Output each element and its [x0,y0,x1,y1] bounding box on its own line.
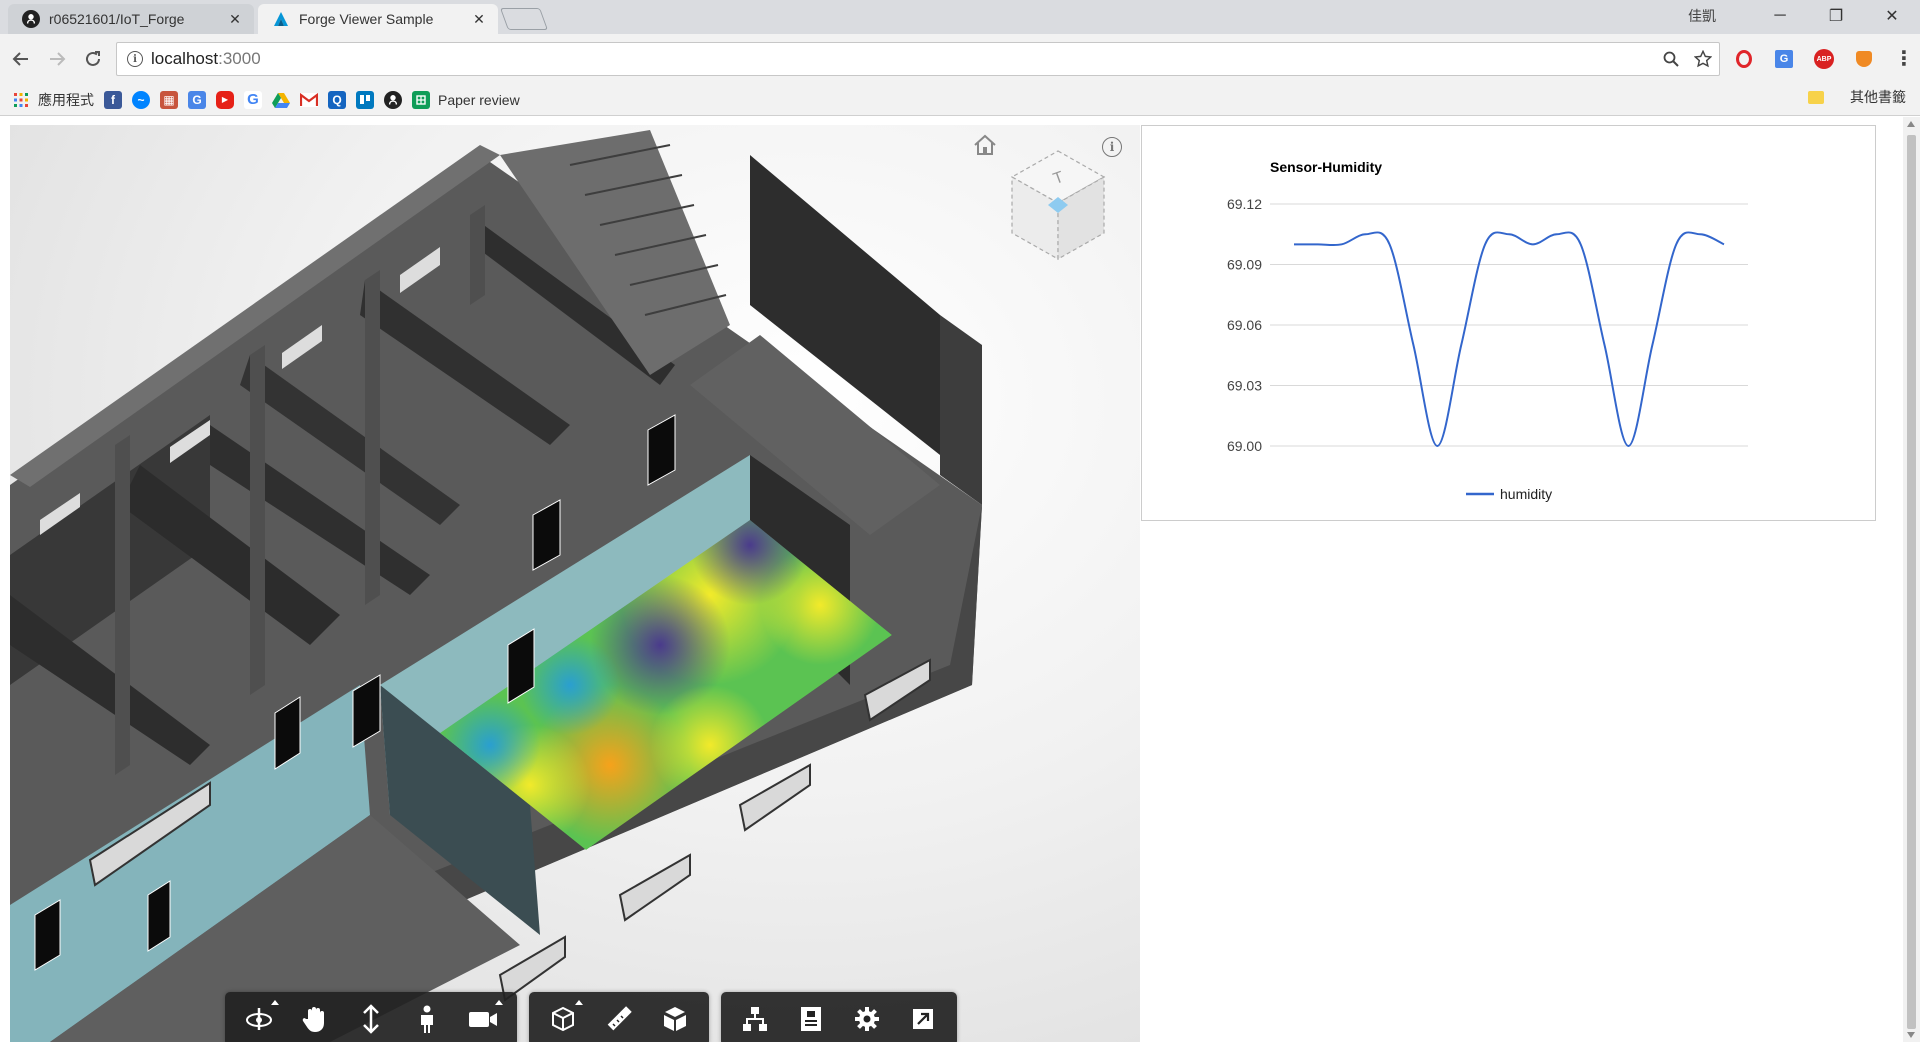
autodesk-icon [272,10,290,28]
y-tick-label: 69.03 [1227,378,1262,394]
ruler-icon[interactable] [591,992,647,1042]
orbit-icon[interactable] [231,992,287,1042]
bookmark-label: 應用程式 [38,91,94,108]
bookmark-github[interactable] [384,87,402,113]
bookmark-paper-review[interactable]: Paper review [412,87,520,113]
first-person-icon[interactable] [399,992,455,1042]
github-icon [384,90,402,109]
settings-tools [721,992,957,1042]
menu-dots-icon[interactable]: ⋮ [1884,44,1920,74]
tab-title: r06521601/IoT_Forge [49,11,185,27]
chart-svg: Sensor-Humidity 69.12 69.09 69.06 69.03 69.0… [1227,159,1748,502]
minimize-icon[interactable]: ─ [1752,0,1808,32]
tab-github[interactable]: r06521601/IoT_Forge ✕ [8,4,254,34]
facebook-icon: f [104,90,122,109]
translate-icon: G [188,90,206,109]
bookmark-trello[interactable] [356,87,374,113]
bookmark-university[interactable]: ▦ [160,87,178,113]
section-box-icon[interactable] [535,992,591,1042]
home-icon[interactable] [972,133,998,157]
bookmarks-bar: 應用程式 f ~ ▦ G ▶ G Q Paper review 其他書籤 [0,84,1920,116]
navigation-tools [225,992,517,1042]
bookmark-q[interactable]: Q [328,87,346,113]
legend-label-humidity: humidity [1500,486,1552,502]
translate-extension-icon[interactable]: G [1764,44,1804,74]
drive-icon [272,91,290,109]
github-icon [22,10,40,28]
bookmark-youtube[interactable]: ▶ [216,87,234,113]
viewer-toolbar [225,992,969,1042]
url-host: localhost [151,49,219,68]
extensions: G ABP ⋮ [1724,44,1920,74]
scroll-up-icon[interactable] [1907,121,1915,127]
window-controls: 佳凱 ─ ❐ ✕ [1688,0,1920,32]
fullscreen-icon[interactable] [895,992,951,1042]
y-tick-label: 69.09 [1227,257,1262,273]
settings-gear-icon[interactable] [839,992,895,1042]
y-tick-label: 69.06 [1227,317,1262,333]
fox-extension-icon[interactable] [1844,44,1884,74]
zoom-icon[interactable] [1655,43,1687,75]
bookmark-star-icon[interactable] [1687,43,1719,75]
profile-name[interactable]: 佳凱 [1688,6,1716,26]
y-tick-label: 69.00 [1227,438,1262,454]
back-arrow-icon[interactable] [6,44,36,74]
chart-title: Sensor-Humidity [1270,159,1382,175]
properties-icon[interactable] [783,992,839,1042]
bookmark-drive[interactable] [272,87,290,113]
bookmark-facebook[interactable]: f [104,87,122,113]
building-model[interactable] [10,125,1140,1042]
url-text[interactable]: localhost:3000 [151,49,1655,69]
apps-icon [12,91,30,109]
tab-forge-viewer[interactable]: Forge Viewer Sample ✕ [258,4,498,34]
site-info-icon[interactable]: i [127,51,143,67]
new-tab-button[interactable] [499,8,549,30]
address-bar[interactable]: i localhost:3000 [116,42,1720,76]
camera-icon[interactable] [455,992,511,1042]
close-tab-icon[interactable]: ✕ [226,10,244,28]
scroll-down-icon[interactable] [1907,1032,1915,1038]
bookmark-apps[interactable]: 應用程式 [12,87,94,113]
sheets-icon [412,90,430,109]
other-bookmarks-label: 其他書籤 [1850,89,1906,105]
pan-icon[interactable] [287,992,343,1042]
bookmark-gmail[interactable] [300,87,318,113]
bookmark-translate[interactable]: G [188,87,206,113]
trello-icon [356,90,374,109]
bookmark-messenger[interactable]: ~ [132,87,150,113]
measure-tools [529,992,709,1042]
explode-icon[interactable] [647,992,703,1042]
y-tick-label: 69.12 [1227,196,1262,212]
forge-3d-viewer[interactable]: i T [10,125,1140,1042]
zoom-vertical-icon[interactable] [343,992,399,1042]
forward-arrow-icon[interactable] [42,44,72,74]
opera-icon[interactable] [1724,44,1764,74]
tab-strip: r06521601/IoT_Forge ✕ Forge Viewer Sampl… [0,0,1920,34]
browser-toolbar: i localhost:3000 G ABP ⋮ [0,34,1920,84]
tab-title: Forge Viewer Sample [299,11,434,27]
view-cube[interactable]: T [1006,147,1110,265]
other-bookmarks[interactable]: 其他書籤 [1808,87,1906,107]
close-window-icon[interactable]: ✕ [1864,0,1920,32]
chart-legend: humidity [1466,486,1552,502]
bookmark-label: Paper review [438,91,520,108]
google-icon: G [244,90,262,109]
reload-icon[interactable] [78,44,108,74]
restore-icon[interactable]: ❐ [1808,0,1864,32]
page-scrollbar[interactable] [1903,117,1920,1042]
model-browser-icon[interactable] [727,992,783,1042]
messenger-icon: ~ [132,90,150,109]
url-port: :3000 [218,49,261,68]
bookmark-google[interactable]: G [244,87,262,113]
page-content: i T Sensor-Humidity 69.12 69.09 69.06 69… [0,117,1920,1042]
university-icon: ▦ [160,90,178,109]
folder-icon [1808,90,1824,104]
close-tab-icon[interactable]: ✕ [470,10,488,28]
scroll-thumb[interactable] [1907,135,1916,1029]
youtube-icon: ▶ [216,90,234,109]
gmail-icon [300,91,318,109]
humidity-chart: Sensor-Humidity 69.12 69.09 69.06 69.03 69.0… [1141,125,1876,521]
q-icon: Q [328,90,346,109]
adblock-icon[interactable]: ABP [1804,44,1844,74]
